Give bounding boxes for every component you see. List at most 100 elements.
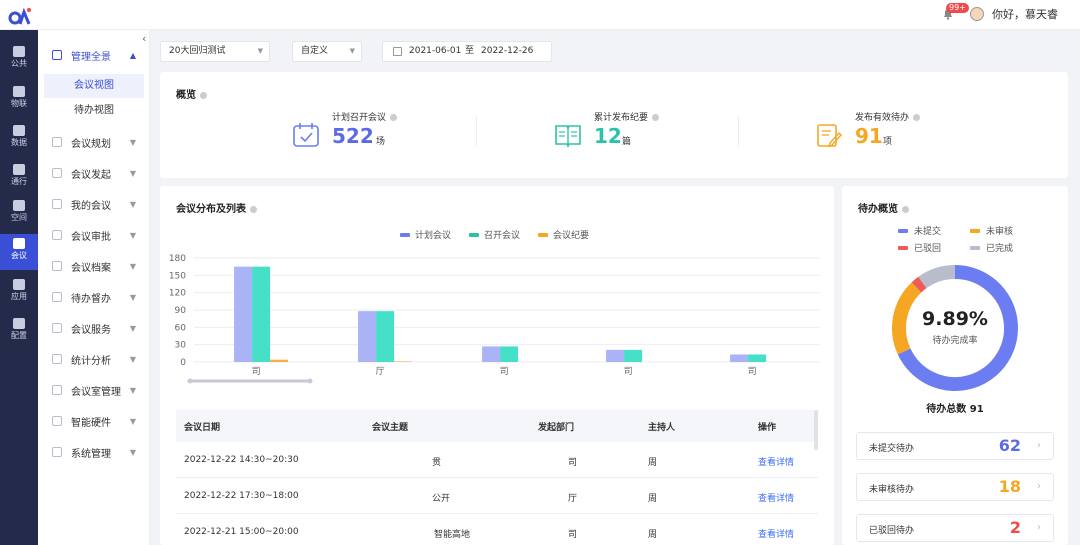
nav-room-manage[interactable]: 会议室管理 ▼	[38, 375, 150, 405]
help-icon[interactable]	[250, 205, 257, 213]
module-meeting[interactable]: 会议	[0, 234, 38, 270]
bar[interactable]	[482, 346, 501, 362]
edit-icon	[52, 137, 62, 147]
chevron-down-icon: ▼	[129, 416, 136, 426]
donut-slice[interactable]	[911, 276, 927, 293]
nav-statistics[interactable]: 统计分析 ▼	[38, 344, 150, 374]
chevron-down-icon: ▼	[129, 292, 136, 302]
chevron-down-icon: ▼	[129, 261, 136, 271]
table-row[interactable]: 2022-12-22 14:30~20:30 贯 司 周 查看详情	[176, 442, 818, 478]
module-config[interactable]: 配置	[0, 314, 38, 350]
todo-rejected-row[interactable]: 已驳回待办 2 ›	[856, 514, 1054, 542]
table-scrollbar[interactable]	[814, 410, 818, 450]
service-icon	[52, 323, 62, 333]
chevron-down-icon: ▼	[129, 447, 136, 457]
app-logo[interactable]	[8, 6, 32, 26]
slider-handle[interactable]	[307, 378, 313, 384]
cell-topic: 公开	[432, 494, 451, 504]
help-icon[interactable]	[902, 205, 909, 213]
subnav-meeting-view[interactable]: 会议视图	[44, 74, 144, 98]
stat-label: 计划召开会议	[332, 110, 398, 123]
module-public[interactable]: 公共	[0, 42, 38, 78]
date-range-picker[interactable]: 2021-06-01 至 2022-12-26	[382, 41, 552, 62]
nav-hardware[interactable]: 智能硬件 ▼	[38, 406, 150, 436]
nav-meeting-plan[interactable]: 会议规划 ▼	[38, 127, 150, 157]
help-icon[interactable]	[200, 91, 207, 99]
slider-handle[interactable]	[187, 378, 193, 384]
project-select[interactable]: 20大回归测试 ▼	[160, 41, 270, 62]
nav-meeting-archive[interactable]: 会议档案 ▼	[38, 251, 150, 281]
nav-label: 管理全景	[71, 51, 111, 63]
cell-host: 周	[648, 458, 658, 468]
module-apps[interactable]: 应用	[0, 275, 38, 311]
table-row[interactable]: 2022-12-22 17:30~18:00 公开 厅 周 查看详情	[176, 478, 818, 514]
table-header: 会议日期 会议主题 发起部门 主持人 操作	[176, 410, 818, 442]
x-tick-label: 司	[624, 366, 633, 377]
module-pass[interactable]: 通行	[0, 160, 38, 196]
todo-legend-item[interactable]: 未提交	[898, 224, 941, 237]
help-icon[interactable]	[913, 114, 921, 121]
bar[interactable]	[624, 349, 643, 362]
range-type-value: 自定义	[301, 46, 329, 56]
nav-meeting-start[interactable]: 会议发起 ▼	[38, 158, 150, 188]
module-iot[interactable]: 物联	[0, 82, 38, 118]
chevron-right-icon: ›	[1037, 522, 1041, 533]
notification-bell-icon[interactable]: 99+	[942, 3, 969, 21]
module-label: 公共	[11, 59, 27, 68]
legend-label: 已驳回	[914, 244, 942, 254]
nav-my-meeting[interactable]: 我的会议 ▼	[38, 189, 150, 219]
chevron-down-icon: ▼	[129, 137, 136, 147]
bar[interactable]	[500, 346, 519, 362]
help-icon[interactable]	[390, 114, 398, 121]
bar[interactable]	[270, 359, 289, 362]
nav-group-overview[interactable]: 管理全景 ▲	[38, 40, 150, 70]
clock-icon	[52, 292, 62, 302]
user-greeting[interactable]: 你好，慕天睿	[992, 6, 1058, 22]
cell-date: 2022-12-22 17:30~18:00	[184, 491, 299, 501]
view-details-link[interactable]: 查看详情	[758, 491, 794, 504]
bar[interactable]	[252, 266, 271, 362]
divider	[738, 116, 739, 146]
col-header: 主持人	[648, 423, 676, 433]
module-label: 通行	[11, 177, 27, 186]
nav-meeting-approval[interactable]: 会议审批 ▼	[38, 220, 150, 250]
nav-meeting-service[interactable]: 会议服务 ▼	[38, 313, 150, 343]
bar[interactable]	[748, 354, 767, 362]
bar[interactable]	[234, 266, 253, 362]
chevron-down-icon: ▼	[129, 168, 136, 178]
module-label: 物联	[11, 99, 27, 108]
range-type-select[interactable]: 自定义 ▼	[292, 41, 362, 62]
bar[interactable]	[394, 361, 413, 362]
subnav-todo-view[interactable]: 待办视图	[44, 99, 144, 123]
todo-unreviewed-row[interactable]: 未审核待办 18 ›	[856, 473, 1054, 501]
view-details-link[interactable]: 查看详情	[758, 455, 794, 468]
secondary-nav: ‹ 管理全景 ▲ 会议视图 待办视图 会议规划 ▼ 会议发起 ▼ 我的会议 ▼ 会议审批…	[38, 30, 150, 545]
user-icon	[52, 230, 62, 240]
donut-slice[interactable]	[918, 265, 956, 289]
todo-legend-item[interactable]: 已驳回	[898, 241, 941, 254]
col-header: 会议日期	[184, 423, 221, 433]
module-space[interactable]: 空间	[0, 196, 38, 232]
distribution-title-text: 会议分布及列表	[176, 204, 246, 215]
module-label: 空间	[11, 213, 27, 222]
calendar-check-icon	[293, 123, 319, 147]
avatar[interactable]	[970, 7, 984, 21]
bar[interactable]	[376, 311, 395, 362]
nav-todo-supervise[interactable]: 待办督办 ▼	[38, 282, 150, 312]
table-row[interactable]: 2022-12-21 15:00~20:00 智能高地 司 周 查看详情	[176, 514, 818, 545]
module-data[interactable]: 数据	[0, 121, 38, 157]
bar[interactable]	[606, 349, 625, 362]
nav-system-manage[interactable]: 系统管理 ▼	[38, 437, 150, 467]
view-details-link[interactable]: 查看详情	[758, 527, 794, 540]
todo-legend-item[interactable]: 未审核	[970, 224, 1013, 237]
y-tick-label: 120	[169, 289, 186, 299]
y-tick-label: 0	[180, 358, 186, 368]
bar[interactable]	[730, 354, 749, 362]
bar[interactable]	[358, 311, 377, 362]
todo-unsubmitted-row[interactable]: 未提交待办 62 ›	[856, 432, 1054, 460]
nav-label: 会议档案	[71, 262, 111, 274]
module-label: 应用	[11, 292, 27, 301]
todo-legend-item[interactable]: 已完成	[970, 241, 1013, 254]
todo-total: 待办总数 91	[926, 404, 984, 415]
help-icon[interactable]	[652, 114, 660, 121]
